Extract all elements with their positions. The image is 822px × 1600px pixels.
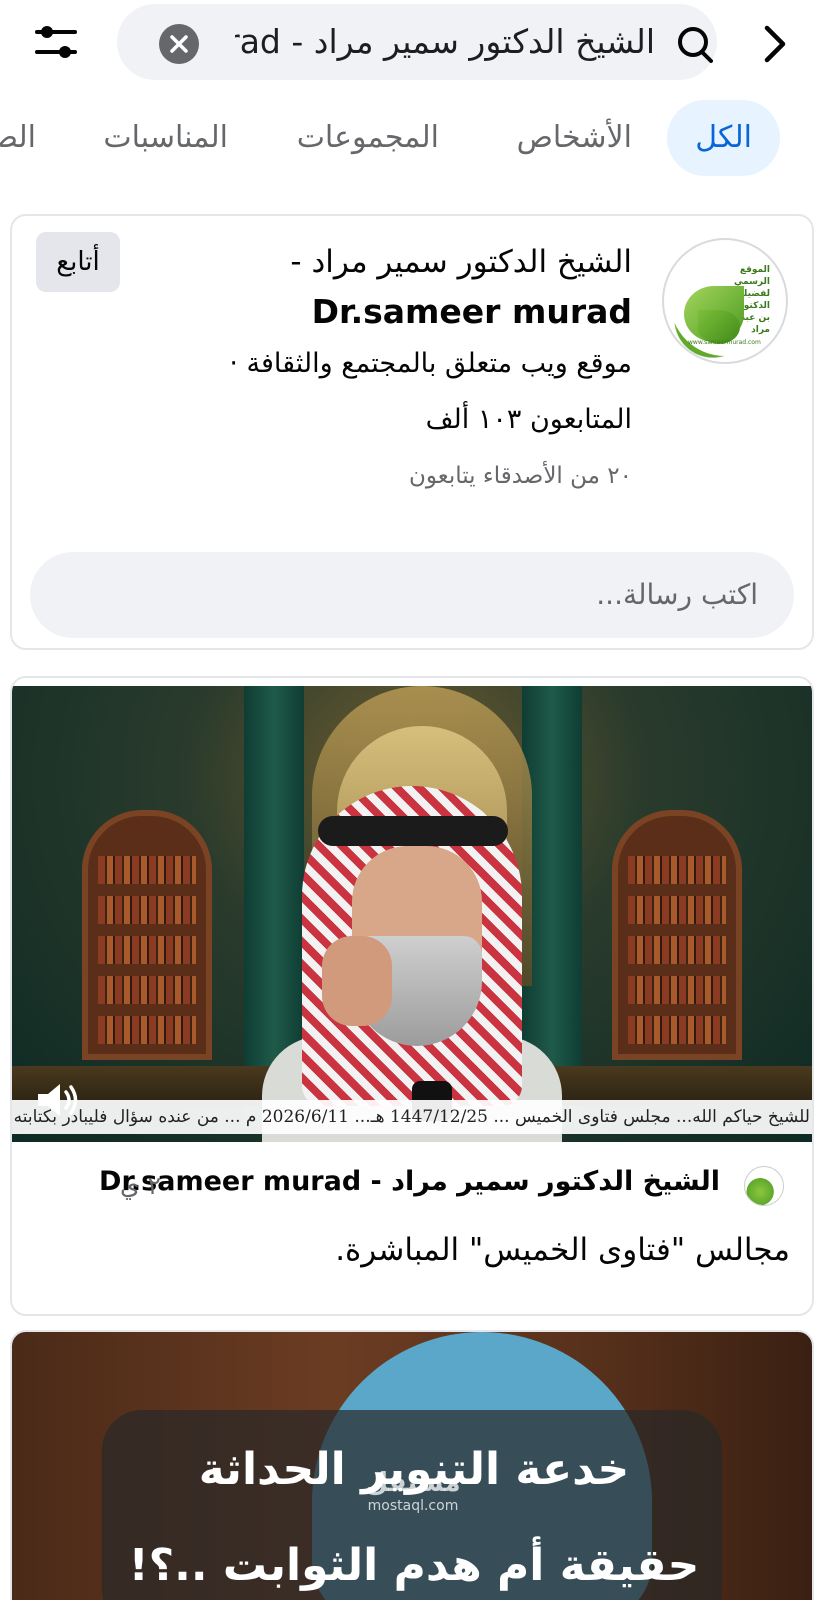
tab-groups[interactable]: المجموعات [297,100,439,176]
followers-count: المتابعون ١٠٣ ألف [425,404,632,435]
post-text: مجالس "فتاوى الخميس" المباشرة. [335,1232,790,1268]
page-category: موقع ويب متعلق بالمجتمع والثقافة · [229,348,632,379]
bookshelf-left [82,810,212,1060]
page-name-arabic[interactable]: الشيخ الدكتور سمير مراد - [290,242,632,282]
close-icon [170,35,188,53]
search-filter-tabs: الكل الأشخاص المجموعات المناسبات الص [0,100,822,180]
clear-search-button[interactable] [159,24,199,64]
video-ticker: للشيخ حياكم الله... مجلس فتاوى الخميس ..… [12,1100,812,1134]
watermark-english: mostaql.com [367,1498,459,1514]
watermark: مستقل mostaql.com [358,1468,468,1514]
back-button[interactable] [757,22,793,66]
tab-people[interactable]: الأشخاص [517,100,632,176]
post-author-avatar[interactable] [744,1166,784,1206]
speaker-figure [262,786,562,1142]
video-player[interactable]: للشيخ حياكم الله... مجلس فتاوى الخميس ..… [12,686,812,1142]
sliders-icon [35,26,77,58]
search-icon [678,27,713,63]
follow-button[interactable]: أتابع [36,232,120,292]
avatar-site: www.sameermurad.com [688,339,761,346]
friends-following: ٢٠ من الأصدقاء يتابعون [408,463,632,489]
watermark-arabic: مستقل [365,1468,461,1498]
top-search-bar: الشيخ الدكتور سمير مراد - rad [0,0,822,90]
page-name-english[interactable]: Dr.sameer murad [312,292,632,332]
chevron-right-icon [764,25,786,63]
speaker-icon[interactable] [34,1078,82,1122]
tab-events[interactable]: المناسبات [103,100,228,176]
video-post-card[interactable]: للشيخ حياكم الله... مجلس فتاوى الخميس ..… [10,676,814,1316]
search-input[interactable]: الشيخ الدكتور سمير مراد - rad [235,22,655,62]
tab-more[interactable]: الص [0,100,36,176]
page-result-card[interactable]: الموقع الرسمي لفضيلة الشيخ الدكتور سمير … [10,214,814,650]
avatar-logo: الموقع الرسمي لفضيلة الشيخ الدكتور سمير … [670,246,780,356]
post-timestamp: ٢ ي [120,1171,161,1200]
search-field[interactable]: الشيخ الدكتور سمير مراد - rad [117,4,717,80]
tab-all[interactable]: الكل [667,100,780,176]
message-input[interactable]: اكتب رسالة... [30,552,794,638]
post-image-subtitle: حقيقة أم هدم الثوابت ..؟! [128,1540,700,1591]
filter-button[interactable] [30,18,82,66]
post-author-name[interactable]: الشيخ الدكتور سمير مراد - Dr.sameer mura… [99,1162,720,1202]
page-avatar[interactable]: الموقع الرسمي لفضيلة الشيخ الدكتور سمير … [662,238,788,364]
image-post-card[interactable]: خدعة التنوير الحداثة حقيقة أم هدم الثواب… [10,1330,814,1600]
bookshelf-right [612,810,742,1060]
